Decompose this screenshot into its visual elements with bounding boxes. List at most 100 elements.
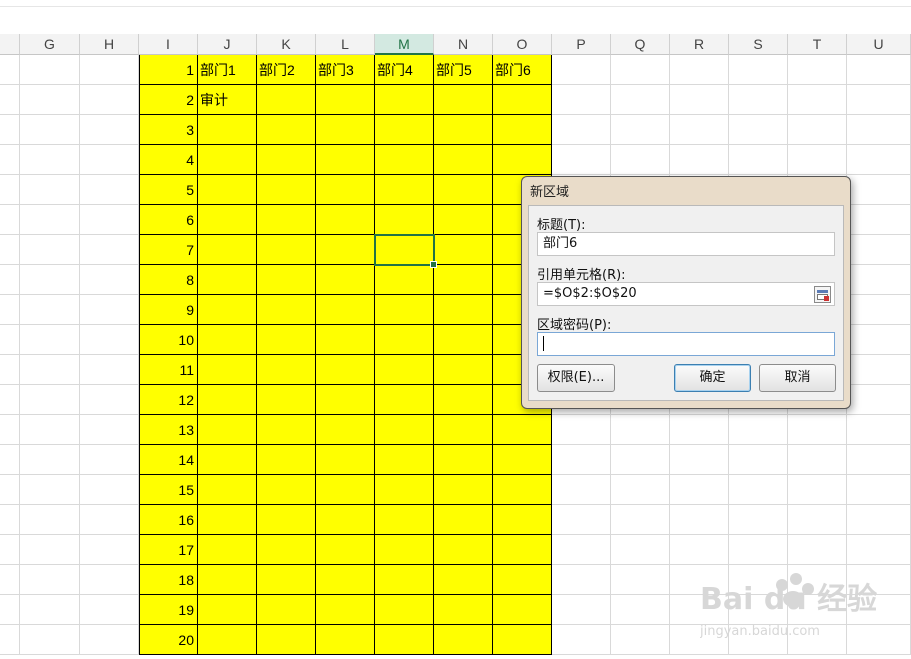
data-cell[interactable]	[316, 235, 375, 265]
grid-cell[interactable]	[611, 85, 670, 115]
data-cell[interactable]	[434, 295, 493, 325]
grid-cell[interactable]	[847, 385, 911, 415]
data-cell[interactable]	[316, 475, 375, 505]
data-cell[interactable]	[257, 625, 316, 655]
grid-cell[interactable]	[847, 475, 911, 505]
data-cell[interactable]	[316, 175, 375, 205]
grid-cell[interactable]	[20, 235, 80, 265]
grid-cell[interactable]	[20, 625, 80, 655]
grid-cell[interactable]	[788, 445, 847, 475]
grid-cell[interactable]	[788, 505, 847, 535]
data-cell[interactable]	[198, 505, 257, 535]
data-cell[interactable]	[198, 535, 257, 565]
data-cell[interactable]	[198, 445, 257, 475]
data-cell[interactable]	[375, 295, 434, 325]
data-cell[interactable]	[434, 595, 493, 625]
grid-cell[interactable]	[20, 415, 80, 445]
row-number-cell[interactable]: 1	[139, 55, 198, 85]
grid-cell[interactable]	[0, 475, 20, 505]
data-cell[interactable]	[375, 265, 434, 295]
grid-cell[interactable]	[729, 415, 788, 445]
data-cell[interactable]	[375, 385, 434, 415]
data-cell[interactable]	[316, 145, 375, 175]
grid-cell[interactable]	[611, 55, 670, 85]
grid-cell[interactable]	[0, 265, 20, 295]
column-header-p[interactable]: P	[552, 34, 611, 55]
grid-cell[interactable]	[0, 385, 20, 415]
data-cell[interactable]	[316, 205, 375, 235]
grid-cell[interactable]	[729, 55, 788, 85]
row-number-cell[interactable]: 10	[139, 325, 198, 355]
row-number-cell[interactable]: 6	[139, 205, 198, 235]
data-cell[interactable]	[434, 235, 493, 265]
grid-cell[interactable]	[80, 475, 139, 505]
data-cell[interactable]	[434, 475, 493, 505]
grid-cell[interactable]	[788, 535, 847, 565]
grid-cell[interactable]	[20, 355, 80, 385]
data-cell[interactable]	[257, 505, 316, 535]
data-cell[interactable]	[493, 445, 552, 475]
row-number-cell[interactable]: 2	[139, 85, 198, 115]
grid-cell[interactable]	[80, 55, 139, 85]
grid-cell[interactable]	[729, 475, 788, 505]
data-cell[interactable]	[316, 295, 375, 325]
data-cell[interactable]	[434, 445, 493, 475]
column-header-o[interactable]: O	[493, 34, 552, 55]
grid-cell[interactable]	[20, 505, 80, 535]
grid-cell[interactable]	[611, 595, 670, 625]
grid-cell[interactable]	[80, 235, 139, 265]
grid-cell[interactable]	[611, 475, 670, 505]
ok-button[interactable]: 确定	[674, 364, 751, 392]
data-cell[interactable]	[316, 325, 375, 355]
grid-cell[interactable]	[0, 415, 20, 445]
grid-cell[interactable]	[552, 595, 611, 625]
column-header-t[interactable]: T	[788, 34, 847, 55]
grid-cell[interactable]	[670, 145, 729, 175]
data-cell[interactable]	[493, 145, 552, 175]
grid-cell[interactable]	[670, 85, 729, 115]
data-cell[interactable]	[493, 415, 552, 445]
grid-cell[interactable]	[611, 625, 670, 655]
data-cell[interactable]	[493, 625, 552, 655]
grid-cell[interactable]	[0, 205, 20, 235]
grid-cell[interactable]	[552, 415, 611, 445]
grid-cell[interactable]	[552, 505, 611, 535]
grid-cell[interactable]	[611, 145, 670, 175]
data-cell[interactable]	[198, 565, 257, 595]
grid-cell[interactable]	[20, 85, 80, 115]
data-cell[interactable]	[198, 175, 257, 205]
grid-cell[interactable]	[729, 115, 788, 145]
row-number-cell[interactable]: 5	[139, 175, 198, 205]
data-cell[interactable]	[493, 505, 552, 535]
data-cell[interactable]	[434, 145, 493, 175]
grid-cell[interactable]	[611, 115, 670, 145]
data-cell[interactable]	[434, 625, 493, 655]
grid-cell[interactable]	[0, 355, 20, 385]
column-header-m[interactable]: M	[375, 34, 434, 55]
grid-cell[interactable]	[670, 505, 729, 535]
data-cell[interactable]: 部门2	[257, 55, 316, 85]
grid-cell[interactable]	[20, 565, 80, 595]
grid-cell[interactable]	[847, 415, 911, 445]
data-cell[interactable]: 部门4	[375, 55, 434, 85]
grid-cell[interactable]	[80, 565, 139, 595]
data-cell[interactable]	[257, 235, 316, 265]
grid-cell[interactable]	[552, 115, 611, 145]
data-cell[interactable]	[257, 145, 316, 175]
data-cell[interactable]	[316, 505, 375, 535]
data-cell[interactable]	[316, 355, 375, 385]
grid-cell[interactable]	[847, 445, 911, 475]
grid-cell[interactable]	[788, 415, 847, 445]
grid-cell[interactable]	[552, 475, 611, 505]
data-cell[interactable]	[434, 535, 493, 565]
data-cell[interactable]	[434, 115, 493, 145]
grid-cell[interactable]	[670, 475, 729, 505]
grid-cell[interactable]	[0, 565, 20, 595]
data-cell[interactable]	[375, 325, 434, 355]
data-cell[interactable]	[257, 415, 316, 445]
data-cell[interactable]	[434, 85, 493, 115]
data-cell[interactable]	[257, 265, 316, 295]
grid-cell[interactable]	[20, 595, 80, 625]
row-number-cell[interactable]: 11	[139, 355, 198, 385]
row-number-cell[interactable]: 9	[139, 295, 198, 325]
